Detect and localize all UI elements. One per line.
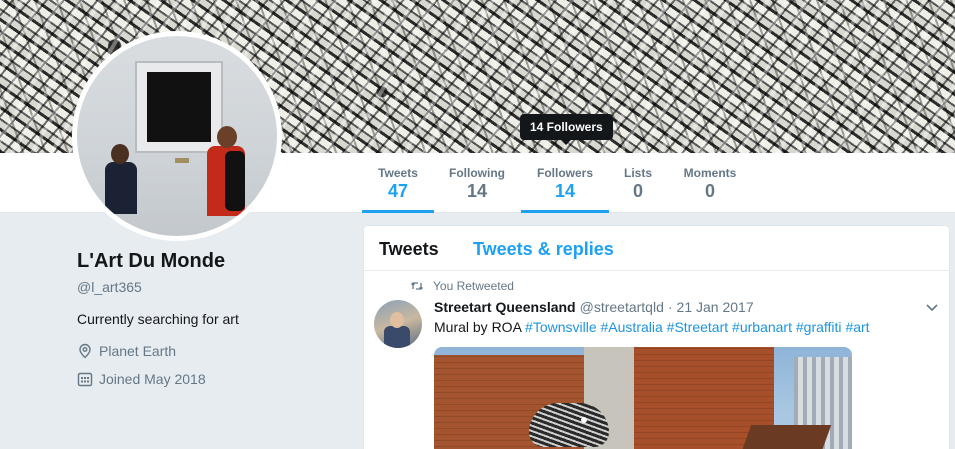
tweet-text-body: Mural by ROA	[434, 319, 522, 335]
location-pin-icon	[77, 343, 93, 359]
timeline: Tweets Tweets & replies You Retweeted St…	[363, 225, 950, 449]
calendar-icon	[77, 371, 93, 387]
nav-moments[interactable]: Moments 0	[676, 153, 744, 213]
retweet-context-text[interactable]: You Retweeted	[433, 279, 514, 293]
profile-location-text: Planet Earth	[99, 343, 177, 359]
profile-joined-text: Joined May 2018	[99, 371, 206, 387]
nav-tweets-label: Tweets	[378, 166, 418, 180]
hashtag-link[interactable]: #Streetart	[667, 319, 728, 335]
tab-tweets-and-replies[interactable]: Tweets & replies	[473, 239, 614, 260]
nav-followers-label: Followers	[536, 166, 593, 180]
hashtag-link[interactable]: #urbanart	[732, 319, 792, 335]
profile-location: Planet Earth	[77, 343, 176, 359]
nav-moments-count: 0	[704, 181, 715, 201]
profile-handle[interactable]: @l_art365	[77, 279, 142, 295]
followers-tooltip: 14 Followers	[520, 114, 613, 145]
nav-tweets[interactable]: Tweets 47	[362, 153, 434, 213]
nav-following-label: Following	[449, 166, 505, 180]
tab-tweets[interactable]: Tweets	[379, 239, 439, 260]
profile-joined: Joined May 2018	[77, 371, 206, 387]
nav-lists-label: Lists	[623, 166, 652, 180]
retweet-context: You Retweeted	[410, 279, 514, 293]
nav-lists[interactable]: Lists 0	[616, 153, 660, 213]
nav-lists-count: 0	[632, 181, 643, 201]
retweet-icon	[411, 282, 423, 290]
nav-followers-count: 14	[554, 181, 576, 201]
hashtag-link[interactable]: #Australia	[601, 319, 663, 335]
profile-bio: Currently searching for art	[77, 311, 239, 327]
tweet-author-name[interactable]: Streetart Queensland	[434, 299, 576, 315]
tweet-text: Mural by ROA #Townsville #Australia #Str…	[434, 319, 870, 335]
tweet-separator: ·	[667, 299, 673, 315]
tweet-author-handle[interactable]: @streetartqld	[580, 299, 664, 315]
tweet-media-image[interactable]	[434, 347, 852, 449]
timeline-tabs: Tweets Tweets & replies	[364, 226, 949, 271]
nav-following[interactable]: Following 14	[441, 153, 513, 213]
tweet-timestamp[interactable]: 21 Jan 2017	[677, 299, 754, 315]
nav-following-count: 14	[466, 181, 488, 201]
tweet-author-avatar[interactable]	[374, 300, 422, 348]
profile-avatar[interactable]	[72, 31, 282, 241]
hashtag-link[interactable]: #art	[845, 319, 869, 335]
hashtag-link[interactable]: #Townsville	[525, 319, 597, 335]
nav-moments-label: Moments	[683, 166, 737, 180]
profile-name[interactable]: L'Art Du Monde	[77, 250, 225, 273]
nav-followers[interactable]: Followers 14	[521, 153, 609, 213]
tweet-options-chevron-down-icon[interactable]	[924, 299, 940, 315]
nav-tweets-count: 47	[387, 181, 409, 201]
tweet-header: Streetart Queensland @streetartqld · 21 …	[434, 299, 754, 315]
hashtag-link[interactable]: #graffiti	[796, 319, 842, 335]
